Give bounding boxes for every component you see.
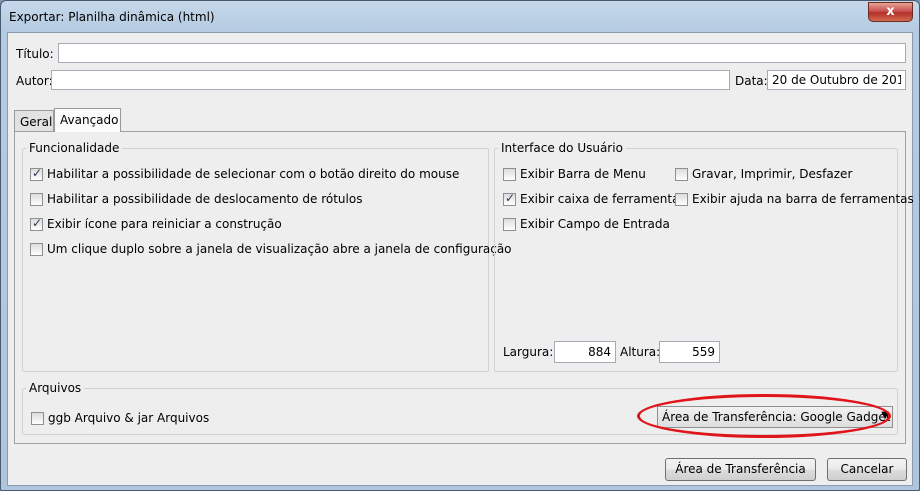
dialog-content: Título: Autor: Data: Geral Avançado Func… — [7, 32, 914, 486]
option-toolbar-help[interactable]: Exibir ajuda na barra de ferramentas — [675, 192, 914, 206]
checkbox[interactable] — [31, 411, 44, 425]
checkbox[interactable] — [675, 167, 688, 181]
titulo-label: Título: — [16, 47, 54, 61]
titulo-input[interactable] — [58, 43, 906, 63]
tab-geral[interactable]: Geral — [14, 110, 54, 132]
data-label: Data: — [735, 74, 768, 88]
option-menu-bar[interactable]: Exibir Barra de Menu — [503, 167, 646, 181]
largura-input[interactable]: 884 — [554, 341, 616, 363]
checkbox[interactable] — [503, 217, 516, 231]
option-label: Habilitar a possibilidade de deslocament… — [47, 192, 363, 206]
interface-group: Interface do Usuário Exibir Barra de Men… — [494, 141, 914, 372]
chevron-down-icon: ▼ — [881, 410, 889, 421]
option-label: Exibir Campo de Entrada — [520, 217, 670, 231]
checkbox[interactable] — [503, 167, 516, 181]
arquivos-title: Arquivos — [26, 381, 85, 395]
altura-input[interactable]: 559 — [659, 341, 720, 363]
option-label: Exibir ícone para reiniciar a construção — [47, 217, 282, 231]
option-label: Exibir caixa de ferramentas — [520, 192, 686, 206]
option-toolbar[interactable]: Exibir caixa de ferramentas — [503, 191, 686, 206]
option-save-print-undo[interactable]: Gravar, Imprimir, Desfazer — [675, 167, 852, 181]
arquivos-group: Arquivos ggb Arquivo & jar Arquivos Área… — [22, 381, 898, 435]
option-label: Um clique duplo sobre a janela de visual… — [47, 242, 512, 256]
largura-label: Largura: — [503, 345, 554, 359]
option-input-bar[interactable]: Exibir Campo de Entrada — [503, 217, 670, 231]
tab-panel-avancado: Funcionalidade Habilitar a possibilidade… — [14, 131, 914, 444]
autor-label: Autor: — [16, 74, 53, 88]
option-label: Exibir Barra de Menu — [520, 167, 646, 181]
funcionalidade-title: Funcionalidade — [26, 141, 123, 155]
option-double-click[interactable]: Um clique duplo sobre a janela de visual… — [30, 242, 512, 256]
cancel-button[interactable]: Cancelar — [827, 458, 907, 481]
option-label: Habilitar a possibilidade de selecionar … — [47, 167, 460, 181]
checkbox[interactable] — [503, 191, 516, 206]
window-title: Exportar: Planilha dinâmica (html) — [9, 10, 215, 24]
interface-title: Interface do Usuário — [498, 141, 626, 155]
title-bar[interactable]: Exportar: Planilha dinâmica (html) x — [1, 1, 919, 33]
export-type-select[interactable]: Área de Transferência: Google Gadget ▼ — [657, 406, 893, 428]
checkbox[interactable] — [30, 242, 43, 256]
option-reset-icon[interactable]: Exibir ícone para reiniciar a construção — [30, 216, 282, 231]
option-label: ggb Arquivo & jar Arquivos — [48, 411, 210, 425]
checkbox[interactable] — [30, 166, 43, 181]
export-type-value: Área de Transferência: Google Gadget — [662, 410, 891, 424]
close-button[interactable]: x — [868, 2, 913, 22]
tab-avancado[interactable]: Avançado — [54, 108, 121, 132]
checkbox[interactable] — [675, 192, 688, 206]
option-label-drag[interactable]: Habilitar a possibilidade de deslocament… — [30, 192, 362, 206]
option-ggb-jar[interactable]: ggb Arquivo & jar Arquivos — [31, 411, 209, 425]
data-input[interactable] — [767, 70, 906, 90]
altura-label: Altura: — [620, 345, 661, 359]
option-label: Exibir ajuda na barra de ferramentas — [692, 192, 914, 206]
export-dialog: Exportar: Planilha dinâmica (html) x Tít… — [0, 0, 920, 491]
autor-input[interactable] — [51, 70, 730, 90]
clipboard-button[interactable]: Área de Transferência — [665, 458, 816, 481]
checkbox[interactable] — [30, 216, 43, 231]
option-right-click[interactable]: Habilitar a possibilidade de selecionar … — [30, 166, 460, 181]
option-label: Gravar, Imprimir, Desfazer — [692, 167, 853, 181]
checkbox[interactable] — [30, 192, 43, 206]
funcionalidade-group: Funcionalidade Habilitar a possibilidade… — [22, 141, 512, 372]
